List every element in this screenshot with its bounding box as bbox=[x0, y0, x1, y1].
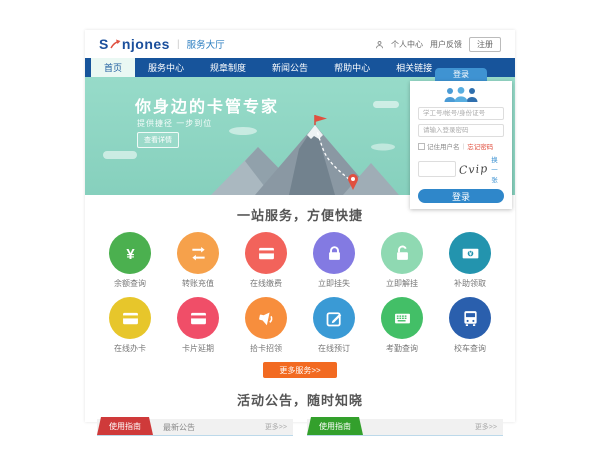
announcements-section: 活动公告，随时知晓 使用指南 最新公告 更多>> 使用指南 更多>> bbox=[85, 390, 515, 436]
left-tab-bar: 使用指南 最新公告 更多>> bbox=[97, 419, 293, 436]
text-divider: | bbox=[463, 143, 465, 150]
services-section: 一站服务，方便快捷 ¥余额查询转账充值在线缴费立即挂失立即解挂¥补助领取在线办卡… bbox=[85, 195, 515, 378]
login-form: 记住用户名 | 忘记密码 Cvip 换一张 登录 bbox=[410, 81, 512, 209]
right-more-link[interactable]: 更多>> bbox=[475, 422, 497, 432]
users-group-icon bbox=[418, 86, 504, 103]
site-header: S njones | 服务大厅 个人中心 bbox=[85, 30, 515, 58]
service-item[interactable]: 在线办卡 bbox=[96, 297, 164, 354]
announcement-panel-right: 使用指南 更多>> bbox=[307, 419, 503, 436]
logo[interactable]: S njones bbox=[99, 36, 170, 52]
right-ribbon-tab[interactable]: 使用指南 bbox=[307, 417, 363, 435]
service-item[interactable]: 在线缴费 bbox=[232, 232, 300, 289]
service-label: 在线预订 bbox=[318, 343, 350, 354]
service-label: 立即解挂 bbox=[386, 278, 418, 289]
card-icon bbox=[245, 232, 287, 274]
card-icon bbox=[109, 297, 151, 339]
forgot-password-link[interactable]: 忘记密码 bbox=[467, 141, 493, 151]
edit-icon bbox=[313, 297, 355, 339]
cloud-decoration bbox=[103, 151, 137, 159]
keyboard-icon bbox=[381, 297, 423, 339]
logo-text-rest: njones bbox=[122, 36, 170, 52]
left-ribbon-tab[interactable]: 使用指南 bbox=[97, 417, 153, 435]
portal-page: S njones | 服务大厅 个人中心 bbox=[85, 30, 515, 422]
service-item[interactable]: 卡片延期 bbox=[164, 297, 232, 354]
header-actions: 个人中心 用户反馈 注册 bbox=[375, 37, 501, 52]
latest-announcements-tab[interactable]: 最新公告 bbox=[163, 422, 195, 433]
user-feedback-link[interactable]: 用户反馈 bbox=[430, 39, 462, 50]
service-label: 余额查询 bbox=[114, 278, 146, 289]
logo-text-s: S bbox=[99, 36, 109, 52]
right-tab-bar: 使用指南 更多>> bbox=[307, 419, 503, 436]
transfer-icon bbox=[177, 232, 219, 274]
nav-item-0[interactable]: 首页 bbox=[91, 58, 135, 77]
service-item[interactable]: 转账充值 bbox=[164, 232, 232, 289]
unlock-icon bbox=[381, 232, 423, 274]
card-icon bbox=[177, 297, 219, 339]
service-label: 立即挂失 bbox=[318, 278, 350, 289]
megaphone-icon bbox=[245, 297, 287, 339]
svg-text:¥: ¥ bbox=[126, 246, 135, 262]
captcha-refresh-link[interactable]: 换一张 bbox=[491, 154, 504, 184]
service-label: 在线缴费 bbox=[250, 278, 282, 289]
logo-divider: | bbox=[177, 39, 180, 50]
announcement-panel-left: 使用指南 最新公告 更多>> bbox=[97, 419, 293, 436]
bus-icon bbox=[449, 297, 491, 339]
announcements-title: 活动公告，随时知晓 bbox=[85, 390, 515, 409]
service-label: 补助领取 bbox=[454, 278, 486, 289]
service-label: 校车查询 bbox=[454, 343, 486, 354]
service-item[interactable]: ¥ 补助领取 bbox=[436, 232, 504, 289]
remember-row: 记住用户名 | 忘记密码 bbox=[418, 141, 504, 151]
captcha-row: Cvip 换一张 bbox=[418, 154, 504, 184]
nav-item-1[interactable]: 服务中心 bbox=[135, 58, 197, 77]
nav-item-4[interactable]: 帮助中心 bbox=[321, 58, 383, 77]
screenshot-canvas: S njones | 服务大厅 个人中心 bbox=[0, 0, 600, 450]
remember-checkbox[interactable] bbox=[418, 143, 425, 150]
register-button[interactable]: 注册 bbox=[469, 37, 501, 52]
logo-arrow-icon bbox=[110, 39, 121, 50]
nav-item-3[interactable]: 新闻公告 bbox=[259, 58, 321, 77]
personal-center-link[interactable]: 个人中心 bbox=[391, 39, 423, 50]
service-label: 在线办卡 bbox=[114, 343, 146, 354]
login-panel: 登录 记住用户名 | 忘记密码 bbox=[410, 68, 512, 209]
service-item[interactable]: 校车查询 bbox=[436, 297, 504, 354]
mountain-illustration bbox=[203, 113, 403, 195]
captcha-input[interactable] bbox=[418, 161, 456, 177]
lock-icon bbox=[313, 232, 355, 274]
service-item[interactable]: 拾卡招领 bbox=[232, 297, 300, 354]
service-label: 拾卡招领 bbox=[250, 343, 282, 354]
hero-cta-button[interactable]: 查看详情 bbox=[137, 132, 179, 148]
login-submit-button[interactable]: 登录 bbox=[418, 189, 504, 203]
password-input[interactable] bbox=[418, 124, 504, 137]
username-input[interactable] bbox=[418, 107, 504, 120]
service-item[interactable]: 考勤查询 bbox=[368, 297, 436, 354]
service-item[interactable]: ¥ 余额查询 bbox=[96, 232, 164, 289]
more-services-button[interactable]: 更多服务>> bbox=[263, 362, 337, 378]
hero-subtitle: 提供捷径 一步到位 bbox=[137, 118, 212, 129]
banknote-icon: ¥ bbox=[449, 232, 491, 274]
remember-label: 记住用户名 bbox=[427, 141, 460, 151]
service-item[interactable]: 立即解挂 bbox=[368, 232, 436, 289]
service-item[interactable]: 在线预订 bbox=[300, 297, 368, 354]
cloud-decoration bbox=[373, 101, 399, 108]
yen-icon: ¥ bbox=[109, 232, 151, 274]
service-label: 卡片延期 bbox=[182, 343, 214, 354]
service-label: 考勤查询 bbox=[386, 343, 418, 354]
user-icon bbox=[375, 40, 384, 49]
login-tab[interactable]: 登录 bbox=[435, 68, 487, 81]
services-grid: ¥ 余额查询 转账充值 在线缴费 立即挂失 立即解挂 ¥ 补助领取在线办卡 卡片延期 拾卡招领 在线… bbox=[96, 232, 504, 362]
announcement-panels: 使用指南 最新公告 更多>> 使用指南 更多>> bbox=[97, 419, 503, 436]
service-item[interactable]: 立即挂失 bbox=[300, 232, 368, 289]
nav-item-2[interactable]: 规章制度 bbox=[197, 58, 259, 77]
captcha-image[interactable]: Cvip bbox=[459, 161, 489, 176]
left-more-link[interactable]: 更多>> bbox=[265, 422, 287, 432]
service-label: 转账充值 bbox=[182, 278, 214, 289]
site-name: 服务大厅 bbox=[187, 37, 225, 51]
